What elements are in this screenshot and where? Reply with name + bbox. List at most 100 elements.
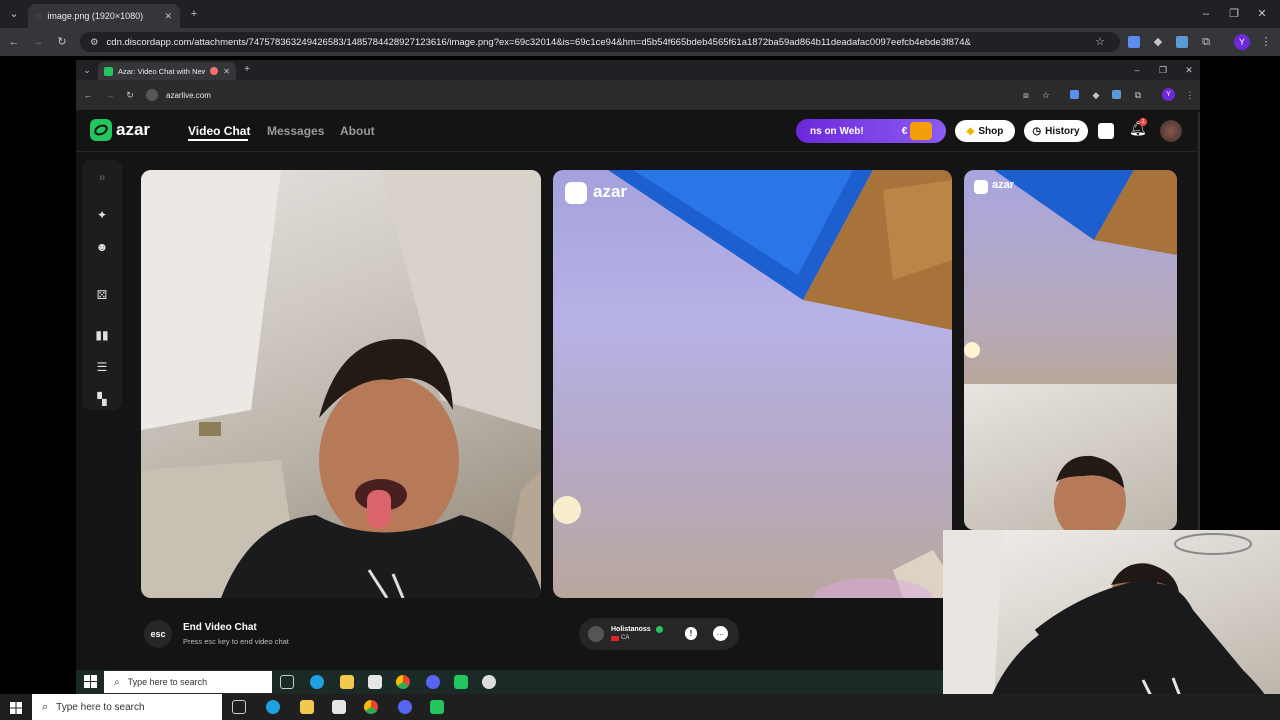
chat-bubble-icon[interactable]: … xyxy=(713,626,728,641)
inner-translate-icon[interactable] xyxy=(1070,90,1079,99)
inner-tab-list-icon[interactable]: ⌄ xyxy=(80,62,94,78)
inner-store-icon[interactable] xyxy=(368,675,382,689)
expand-chevrons-icon[interactable]: » xyxy=(95,170,109,184)
partner-location: CA xyxy=(611,635,629,641)
inner-close-tab-icon[interactable]: ✕ xyxy=(223,67,230,76)
menu-kebab-icon[interactable]: ⋮ xyxy=(1258,34,1274,50)
partner-info-bar: Holistanoss CA ! … xyxy=(579,618,739,650)
close-window-icon[interactable]: ✕ xyxy=(1252,6,1272,22)
store-icon[interactable] xyxy=(332,700,346,714)
promo-text: ns on Web! xyxy=(810,125,864,137)
inner-start-icon[interactable] xyxy=(84,675,97,688)
nav-video-chat[interactable]: Video Chat xyxy=(188,124,250,138)
edge-icon[interactable] xyxy=(266,700,280,714)
inner-site-info-icon[interactable] xyxy=(146,89,158,101)
face-filter-icon[interactable]: ☻ xyxy=(95,240,109,254)
preview-watermark-text: azar xyxy=(992,179,1015,191)
chrome-icon[interactable] xyxy=(364,700,378,714)
inner-edge-icon[interactable] xyxy=(310,675,324,689)
inner-mouse-app-icon[interactable] xyxy=(482,675,496,689)
inner-file-explorer-icon[interactable] xyxy=(340,675,354,689)
inner-puzzle-icon[interactable]: ⧉ xyxy=(1132,87,1144,103)
report-shield-icon[interactable]: ! xyxy=(685,627,697,640)
inner-menu-icon[interactable]: ⋮ xyxy=(1184,87,1196,103)
inner-forward-icon[interactable]: → xyxy=(104,87,116,103)
history-label: History xyxy=(1045,125,1080,137)
inner-task-view-icon[interactable] xyxy=(280,675,294,689)
forward-icon[interactable]: → xyxy=(30,34,46,50)
layout-stacked-icon[interactable]: ☰ xyxy=(95,360,109,374)
image-extension-icon[interactable] xyxy=(1176,36,1188,48)
inner-image-ext-icon[interactable] xyxy=(1112,90,1121,99)
translate-extension-icon[interactable] xyxy=(1128,36,1140,48)
history-button[interactable]: ◷ History xyxy=(1024,120,1088,142)
inner-azar-app-icon[interactable] xyxy=(454,675,468,689)
user-avatar[interactable] xyxy=(1160,120,1182,142)
azar-app-icon[interactable] xyxy=(430,700,444,714)
inner-taskbar-search[interactable]: ⌕ Type here to search xyxy=(104,671,272,693)
remote-watermark-logo-icon xyxy=(565,182,587,204)
remote-watermark-text: azar xyxy=(593,182,628,201)
inner-diamond-icon[interactable]: ◆ xyxy=(1090,87,1102,103)
preview-watermark-logo-icon xyxy=(974,180,988,194)
outer-search-placeholder: Type here to search xyxy=(56,701,145,713)
inner-back-icon[interactable]: ← xyxy=(82,87,94,103)
inner-discord-icon[interactable] xyxy=(426,675,440,689)
inner-cast-icon[interactable]: ⧈ xyxy=(1020,87,1032,103)
discord-icon[interactable] xyxy=(398,700,412,714)
partner-avatar[interactable] xyxy=(588,626,604,642)
inner-new-tab-icon[interactable]: + xyxy=(240,62,254,78)
inner-bookmark-icon[interactable]: ☆ xyxy=(1040,87,1052,103)
dice-icon[interactable]: ⚄ xyxy=(95,288,109,302)
magic-wand-icon[interactable]: ✦ xyxy=(95,208,109,222)
back-icon[interactable]: ← xyxy=(6,34,22,50)
azar-header: azar Video Chat Messages About ns on Web… xyxy=(76,110,1200,152)
file-explorer-icon[interactable] xyxy=(300,700,314,714)
close-tab-icon[interactable]: ✕ xyxy=(164,11,172,22)
inner-maximize-icon[interactable]: ❐ xyxy=(1156,62,1170,78)
start-icon[interactable] xyxy=(10,701,22,714)
inner-tab-azar[interactable]: Azar: Video Chat with New ✕ xyxy=(98,62,236,80)
maximize-icon[interactable]: ❐ xyxy=(1224,6,1244,22)
site-info-icon[interactable]: ⚙ xyxy=(90,37,99,48)
task-view-icon[interactable] xyxy=(232,700,246,714)
inner-search-icon: ⌕ xyxy=(114,676,120,688)
extensions-puzzle-icon[interactable]: ⧉ xyxy=(1198,34,1214,50)
preview-video-panel: azar xyxy=(964,170,1177,530)
inner-profile-avatar[interactable]: Y xyxy=(1162,88,1175,101)
diamond-extension-icon[interactable]: ◆ xyxy=(1150,34,1166,50)
reload-icon[interactable]: ↻ xyxy=(54,34,70,50)
new-tab-icon[interactable]: + xyxy=(186,6,202,22)
inner-close-window-icon[interactable]: ✕ xyxy=(1182,62,1196,78)
inner-url-field[interactable]: azarlive.com xyxy=(146,86,1016,104)
layout-side-by-side-icon[interactable]: ▮▮ xyxy=(95,328,109,342)
shop-button[interactable]: ◆ Shop xyxy=(955,120,1015,142)
esc-key-button[interactable]: esc xyxy=(144,620,172,648)
azar-logo-text[interactable]: azar xyxy=(116,120,150,140)
outer-tab-image[interactable]: ◌ image.png (1920×1080) ✕ xyxy=(28,4,180,28)
nav-active-underline xyxy=(188,139,248,141)
inner-search-placeholder: Type here to search xyxy=(127,677,208,687)
minimize-icon[interactable]: – xyxy=(1196,6,1216,22)
verified-icon xyxy=(656,626,663,633)
inner-minimize-icon[interactable]: – xyxy=(1130,62,1144,78)
recording-icon xyxy=(210,67,219,75)
preview-remote-feed: azar xyxy=(964,170,1177,384)
inbox-icon[interactable] xyxy=(1098,123,1114,139)
image-viewer-right-margin xyxy=(1200,60,1280,530)
outer-taskbar-search[interactable]: ⌕ Type here to search xyxy=(32,694,222,720)
end-video-chat-title[interactable]: End Video Chat xyxy=(183,622,257,633)
bookmark-star-icon[interactable]: ☆ xyxy=(1092,34,1108,50)
inner-reload-icon[interactable]: ↻ xyxy=(124,87,136,103)
tab-list-chevron-icon[interactable]: ⌄ xyxy=(6,6,22,22)
nav-about[interactable]: About xyxy=(340,124,375,138)
inner-chrome-icon[interactable] xyxy=(396,675,410,689)
profile-avatar[interactable]: Y xyxy=(1234,34,1250,50)
nav-messages[interactable]: Messages xyxy=(267,124,324,138)
outer-address-bar: ← → ↻ ⚙ cdn.discordapp.com/attachments/7… xyxy=(0,28,1280,56)
outer-url-field[interactable]: ⚙ cdn.discordapp.com/attachments/7475783… xyxy=(80,32,1120,52)
azar-logo-icon[interactable] xyxy=(90,119,112,141)
layout-pip-icon[interactable]: ▚ xyxy=(95,392,109,406)
inner-address-bar: ← → ↻ azarlive.com ⧈ ☆ ◆ ⧉ Y ⋮ xyxy=(76,80,1200,110)
gem-icon: ◆ xyxy=(966,125,975,137)
